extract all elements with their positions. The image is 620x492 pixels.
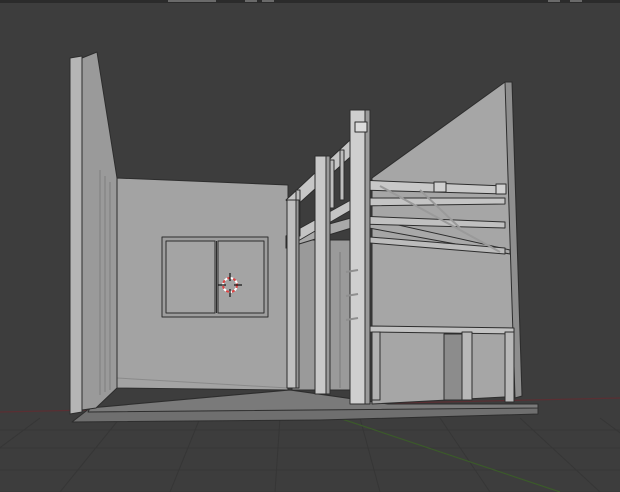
- left-wall-edge: [69, 55, 83, 415]
- desk-leg-left: [371, 331, 381, 401]
- beam-joint: [433, 181, 447, 193]
- mid-post: [314, 155, 327, 395]
- front-post: [349, 109, 366, 405]
- desk-top: [369, 325, 515, 335]
- desk-leg-right: [504, 331, 515, 403]
- rear-post: [286, 199, 297, 389]
- room-model[interactable]: [69, 51, 539, 423]
- beam-joint: [495, 183, 507, 195]
- desk-leg-mid: [461, 331, 473, 401]
- y-axis-line: [329, 414, 561, 492]
- viewport-scene: [0, 51, 620, 492]
- 3d-viewport[interactable]: [0, 0, 620, 492]
